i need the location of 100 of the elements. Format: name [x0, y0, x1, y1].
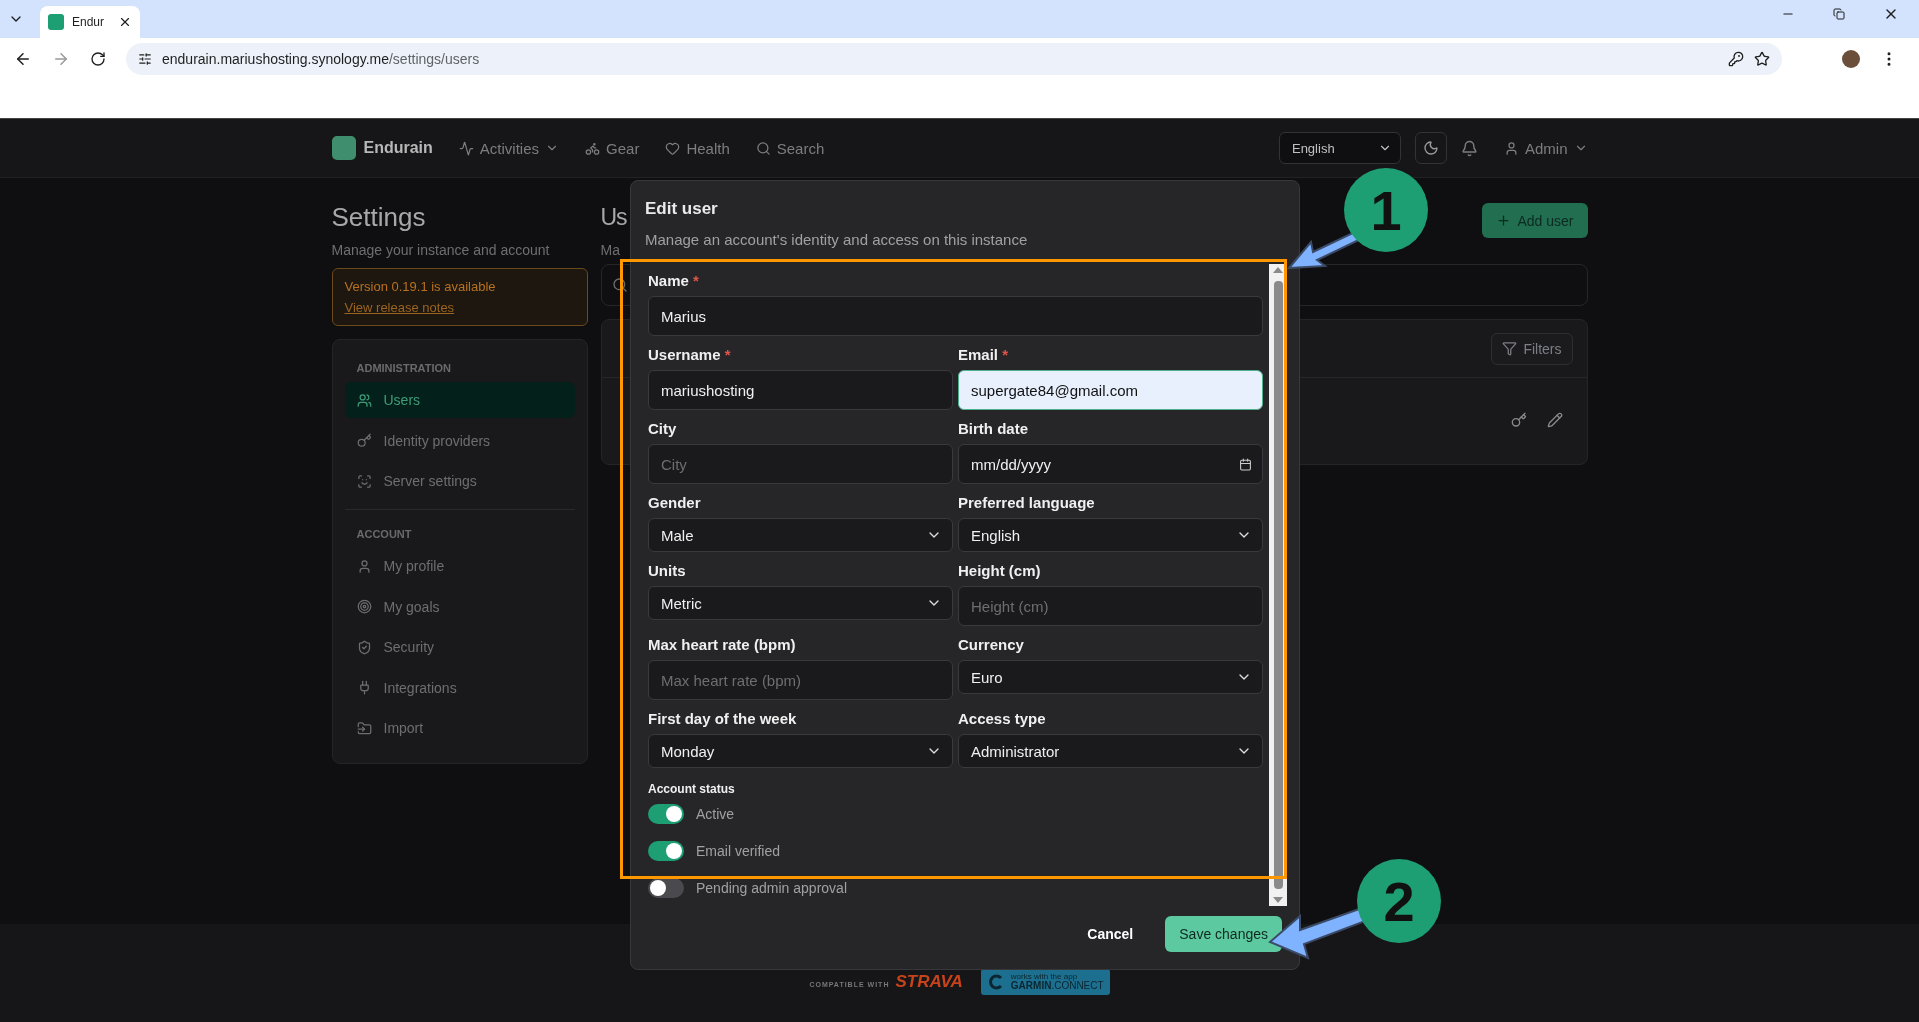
field-label: Birth date [958, 420, 1029, 438]
select-field[interactable]: Male [648, 518, 953, 552]
bike-icon [585, 140, 601, 156]
key-icon [356, 433, 372, 448]
star-icon[interactable] [1754, 51, 1770, 67]
cancel-button[interactable]: Cancel [1081, 925, 1140, 943]
field-label: Access type [958, 710, 1047, 728]
select-field[interactable]: Monday [648, 734, 953, 768]
user-icon [1503, 140, 1519, 156]
toggle-switch[interactable] [648, 804, 684, 824]
sidebar-item[interactable]: My profile [344, 548, 575, 584]
bell-icon[interactable] [1460, 139, 1478, 157]
brand-name: Endurain [363, 139, 433, 157]
field-value: Male [661, 526, 694, 544]
language-select[interactable]: English [1278, 132, 1401, 164]
field-value: mariushosting [661, 381, 755, 399]
release-notes-link[interactable]: View release notes [344, 300, 575, 315]
activity-icon [458, 140, 474, 156]
field-label: Currency [958, 636, 1025, 654]
input-field[interactable]: Marius [648, 296, 1263, 336]
nav-link[interactable]: Activities [458, 139, 560, 157]
add-user-button[interactable]: Add user [1482, 203, 1588, 238]
sidebar-item[interactable]: Server settings [344, 463, 575, 499]
field-value: Monday [661, 742, 715, 760]
field-label: Username * [648, 346, 732, 364]
toggle-label: Active [696, 806, 735, 822]
user-menu[interactable]: Admin [1503, 139, 1588, 157]
section-heading: Account status [648, 782, 736, 796]
profile-avatar[interactable] [1842, 50, 1860, 68]
edit-icon[interactable] [1546, 412, 1563, 428]
page-subtitle: Manage your instance and account [331, 242, 551, 258]
field-value: English [971, 526, 1021, 544]
field-label: Name * [648, 272, 700, 290]
input-field[interactable]: Height (cm) [958, 586, 1263, 626]
field-label: Max heart rate (bpm) [648, 636, 797, 654]
reload-icon[interactable] [90, 51, 106, 67]
app-logo-icon [48, 14, 64, 30]
key-icon[interactable] [1728, 51, 1744, 67]
alert-text: Version 0.19.1 is available [344, 279, 497, 294]
field-label: Units [648, 562, 687, 580]
target-icon [356, 599, 372, 614]
placeholder-text: Height (cm) [971, 597, 1049, 615]
sidebar-item[interactable]: Security [344, 629, 575, 665]
select-field[interactable]: Administrator [958, 734, 1263, 768]
sidebar-item[interactable]: Users [344, 382, 575, 418]
restore-icon[interactable] [1833, 6, 1845, 22]
sidebar-item[interactable]: Integrations [344, 669, 575, 706]
date-field[interactable]: mm/dd/yyyy [958, 444, 1263, 484]
field-value: Metric [661, 594, 702, 612]
placeholder-text: City [661, 455, 687, 473]
user-icon [356, 558, 372, 574]
select-field[interactable]: Euro [958, 660, 1263, 694]
brand-logo[interactable]: Endurain [331, 136, 433, 160]
input-field[interactable]: Max heart rate (bpm) [648, 660, 953, 700]
toggle-label: Pending admin approval [696, 880, 847, 896]
field-label: Email * [958, 346, 1010, 364]
page-subtitle: Ma [600, 242, 621, 258]
placeholder-text: Max heart rate (bpm) [661, 671, 802, 689]
forward-icon[interactable] [52, 50, 70, 68]
field-value: supergate84@gmail.com [971, 381, 1138, 399]
field-value: Marius [661, 307, 706, 325]
sidebar-item[interactable]: Identity providers [344, 422, 575, 459]
dialog-title: Edit user [644, 198, 719, 219]
address-bar[interactable]: endurain.mariushosting.synology.me/settings/users [126, 43, 1782, 75]
theme-toggle[interactable] [1414, 132, 1447, 164]
sidebar-item[interactable]: My goals [344, 588, 575, 625]
filter-icon [1502, 341, 1518, 356]
filters-button[interactable]: Filters [1491, 332, 1573, 365]
browser-tab[interactable]: Endur [40, 6, 140, 38]
dialog-subtitle: Manage an account's identity and access on this instance [645, 231, 1029, 248]
folder-input-icon [356, 720, 372, 736]
select-field[interactable]: English [958, 518, 1263, 552]
toggle-label: Email verified [696, 843, 781, 859]
field-label: City [648, 420, 678, 438]
toggle-switch[interactable] [648, 878, 684, 898]
select-field[interactable]: Metric [648, 586, 953, 620]
field-label: Height (cm) [958, 562, 1042, 580]
field-value: mm/dd/yyyy [971, 455, 1051, 473]
nav-link[interactable]: Search [755, 139, 825, 157]
url-text: endurain.mariushosting.synology.me/settings/users [162, 51, 480, 67]
section-heading: ACCOUNT [355, 527, 413, 542]
site-settings-icon[interactable] [138, 52, 152, 66]
close-icon[interactable] [118, 15, 132, 29]
field-value: Euro [971, 668, 1003, 686]
nav-link[interactable]: Gear [585, 139, 640, 157]
field-label: Gender [648, 494, 702, 512]
tab-title: Endur [72, 15, 105, 29]
input-field[interactable]: supergate84@gmail.com [958, 370, 1263, 410]
field-value: Administrator [971, 742, 1060, 760]
input-field[interactable]: City [648, 444, 953, 484]
page-title: Settings [331, 201, 427, 234]
back-icon[interactable] [14, 50, 32, 68]
save-button[interactable]: Save changes [1165, 916, 1282, 952]
input-field[interactable]: mariushosting [648, 370, 953, 410]
page-title: Us [600, 203, 627, 232]
users-icon [356, 392, 372, 408]
sidebar-item[interactable]: Import [344, 710, 575, 746]
calendar-icon[interactable] [1239, 457, 1252, 471]
nav-link[interactable]: Health [665, 139, 730, 157]
toggle-switch[interactable] [648, 841, 684, 861]
